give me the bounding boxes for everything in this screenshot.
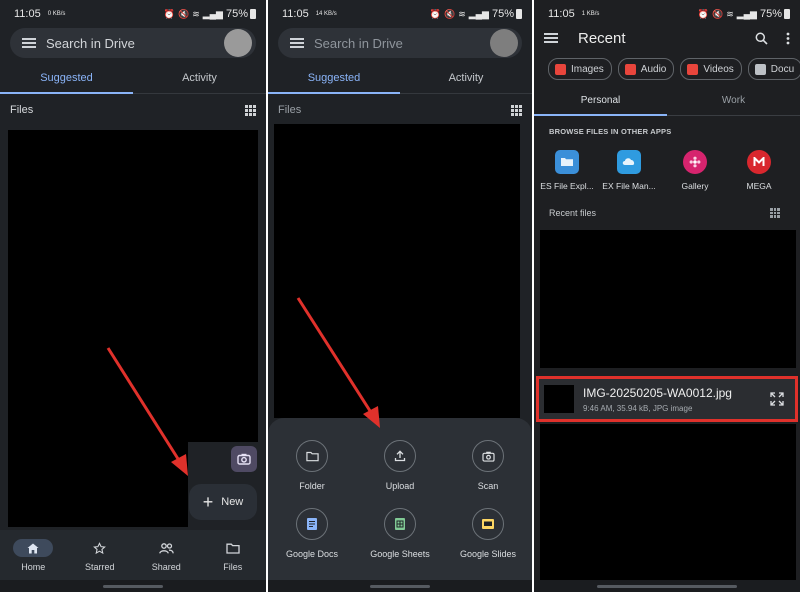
search-icon[interactable] <box>755 32 768 45</box>
app-gallery-label: Gallery <box>681 181 709 191</box>
status-time: 11:05 <box>548 8 575 20</box>
chip-videos[interactable]: Videos <box>680 58 742 80</box>
redacted-recent-area-lower <box>540 424 796 580</box>
red-arrow-annotation <box>106 347 188 476</box>
menu-icon[interactable] <box>544 33 558 43</box>
nav-files[interactable]: Files <box>200 530 267 580</box>
document-icon <box>754 63 766 75</box>
nav-shared-label: Shared <box>151 562 181 572</box>
nav-starred[interactable]: Starred <box>67 530 134 580</box>
filter-chips: Images Audio Videos Docu <box>548 58 800 80</box>
gesture-bar <box>534 580 800 592</box>
app-ex-file-manager[interactable]: EX File Man... <box>596 150 662 191</box>
file-info: IMG-20250205-WA0012.jpg 9:46 AM, 35.94 k… <box>583 386 769 413</box>
es-file-explorer-icon <box>555 150 579 174</box>
gesture-bar <box>0 580 266 592</box>
battery-icon <box>784 9 790 19</box>
grid-view-icon[interactable] <box>770 208 780 218</box>
app-es-file-explorer[interactable]: ES File Expl... <box>534 150 600 191</box>
folder-icon <box>213 539 253 557</box>
recent-file-item[interactable]: IMG-20250205-WA0012.jpg 9:46 AM, 35.94 k… <box>536 376 798 422</box>
ex-file-manager-icon <box>617 150 641 174</box>
expand-icon[interactable] <box>769 391 785 407</box>
nav-files-label: Files <box>223 562 243 572</box>
bottom-navigation: Home Starred Shared Files <box>0 530 266 580</box>
drive-new-sheet-screen: 11:05 14 KB/s ⏰ 🔇 ≋ ▂▄▆ 75% Search in Dr… <box>268 0 532 592</box>
recent-files-header: Recent files <box>549 208 780 218</box>
tab-work[interactable]: Work <box>667 90 800 115</box>
people-icon <box>146 539 186 557</box>
status-icons: ⏰ 🔇 ≋ ▂▄▆ <box>698 9 757 20</box>
chip-videos-label: Videos <box>703 63 734 75</box>
app-gallery[interactable]: Gallery <box>662 150 728 191</box>
battery-level: 75% <box>759 8 782 20</box>
more-options-icon[interactable] <box>786 32 790 45</box>
audio-icon <box>624 63 636 75</box>
app-mega[interactable]: MEGA <box>726 150 792 191</box>
video-icon <box>687 63 699 75</box>
drive-home-screen: 11:05 0 KB/s ⏰ 🔇 ≋ ▂▄▆ 75% Search in Dri… <box>0 0 266 592</box>
redacted-recent-area <box>540 230 796 368</box>
network-speed: 1 KB/s <box>581 10 600 17</box>
nav-shared[interactable]: Shared <box>133 530 200 580</box>
chip-documents-label: Docu <box>770 63 795 75</box>
picker-title: Recent <box>578 29 626 47</box>
nav-home[interactable]: Home <box>0 530 67 580</box>
mega-icon <box>747 150 771 174</box>
gallery-icon <box>683 150 707 174</box>
recent-files-label: Recent files <box>549 208 597 218</box>
browse-other-apps-label: BROWSE FILES IN OTHER APPS <box>549 127 672 136</box>
red-arrow-annotation <box>296 297 380 428</box>
app-ex-file-manager-label: EX File Man... <box>602 181 656 191</box>
tab-personal[interactable]: Personal <box>534 90 667 116</box>
mute-icon: 🔇 <box>711 8 724 19</box>
alarm-icon: ⏰ <box>697 8 709 19</box>
chip-audio-label: Audio <box>640 63 667 75</box>
gesture-bar <box>268 580 532 592</box>
file-meta: 9:46 AM, 35.94 kB, JPG image <box>583 403 693 413</box>
file-picker-screen: 11:05 1 KB/s ⏰ 🔇 ≋ ▂▄▆ 75% Recent Images… <box>534 0 800 592</box>
nav-home-label: Home <box>21 562 46 572</box>
picker-tabs: Personal Work <box>534 90 800 116</box>
app-es-file-explorer-label: ES File Expl... <box>540 181 594 191</box>
chip-images-label: Images <box>571 63 604 75</box>
chip-audio[interactable]: Audio <box>617 58 675 80</box>
signal-icon: ▂▄▆ <box>736 8 757 19</box>
wifi-icon: ≋ <box>726 8 734 19</box>
home-icon <box>13 539 54 557</box>
file-thumbnail <box>544 385 574 413</box>
app-mega-label: MEGA <box>746 181 772 191</box>
star-icon <box>80 539 120 557</box>
chip-documents[interactable]: Docu <box>747 58 800 80</box>
image-icon <box>555 63 566 75</box>
nav-starred-label: Starred <box>84 562 115 572</box>
chip-images[interactable]: Images <box>548 58 612 80</box>
picker-header: Recent <box>534 24 800 52</box>
file-name: IMG-20250205-WA0012.jpg <box>583 385 732 400</box>
